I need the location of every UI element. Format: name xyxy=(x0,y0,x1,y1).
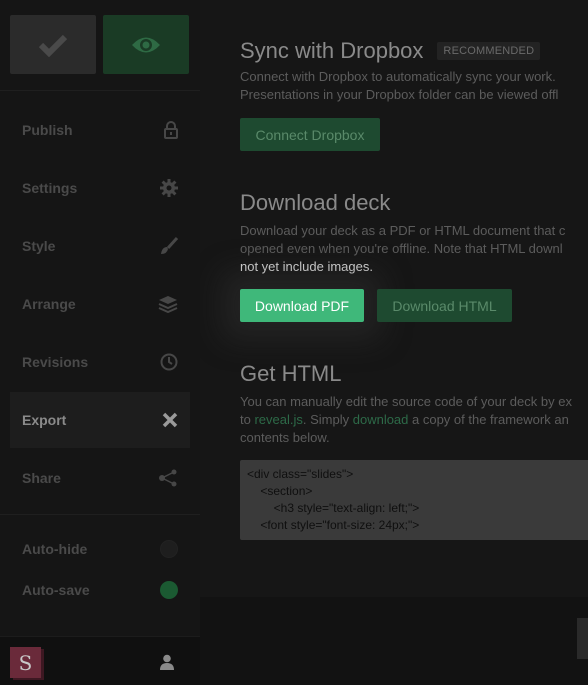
dropbox-section: Sync with Dropbox RECOMMENDED Connect wit… xyxy=(240,38,588,104)
sidebar-item-label: Settings xyxy=(22,180,78,196)
layers-icon xyxy=(158,296,178,313)
share-icon xyxy=(159,469,177,487)
download-link[interactable]: download xyxy=(353,412,409,427)
auto-save-label: Auto-save xyxy=(22,582,90,598)
preview-button[interactable] xyxy=(103,15,189,74)
close-icon xyxy=(162,412,178,428)
html-desc-text: a copy of the framework an xyxy=(408,412,569,427)
reveal-js-link[interactable]: reveal.js xyxy=(254,412,302,427)
dropbox-desc-line: Connect with Dropbox to automatically sy… xyxy=(240,69,556,84)
sidebar-item-label: Publish xyxy=(22,122,73,138)
dropbox-desc-line: Presentations in your Dropbox folder can… xyxy=(240,87,559,102)
sidebar-item-publish[interactable]: Publish xyxy=(10,102,190,158)
check-icon xyxy=(38,34,68,57)
sidebar-item-label: Share xyxy=(22,470,61,486)
user-icon[interactable] xyxy=(160,654,174,670)
save-button[interactable] xyxy=(10,15,96,74)
download-desc-line: opened even when you're offline. Note th… xyxy=(240,241,563,256)
html-desc-line: to reveal.js. Simply download a copy of … xyxy=(240,411,588,429)
divider xyxy=(0,90,200,91)
divider xyxy=(0,514,200,515)
download-html-button[interactable]: Download HTML xyxy=(377,289,512,322)
download-pdf-button[interactable]: Download PDF xyxy=(240,289,364,322)
gear-icon xyxy=(160,179,178,197)
auto-save-toggle[interactable] xyxy=(160,581,178,599)
export-panel: Sync with Dropbox RECOMMENDED Connect wit… xyxy=(200,0,588,597)
html-description: You can manually edit the source code of… xyxy=(240,393,588,447)
sidebar-item-export[interactable]: Export xyxy=(10,392,190,448)
html-desc-text: . Simply xyxy=(302,412,353,427)
sidebar-item-label: Revisions xyxy=(22,354,89,370)
sidebar-item-share[interactable]: Share xyxy=(10,450,190,506)
sidebar-item-label: Export xyxy=(22,412,67,428)
sidebar-footer: S xyxy=(0,636,200,685)
download-description: Download your deck as a PDF or HTML docu… xyxy=(240,222,588,276)
sidebar-item-label: Style xyxy=(22,238,56,254)
html-desc-line: You can manually edit the source code of… xyxy=(240,394,572,409)
panel-edge xyxy=(577,618,588,659)
html-section: Get HTML You can manually edit the sourc… xyxy=(240,361,588,447)
auto-hide-row[interactable]: Auto-hide xyxy=(10,534,190,564)
html-code-textarea[interactable]: <div class="slides"> <section> <h3 style… xyxy=(240,460,588,540)
lock-icon xyxy=(164,121,178,139)
dropbox-title-text: Sync with Dropbox xyxy=(240,38,424,63)
sidebar-item-style[interactable]: Style xyxy=(10,218,190,274)
sidebar-item-revisions[interactable]: Revisions xyxy=(10,334,190,390)
panel-bottom xyxy=(200,597,588,685)
dropbox-title: Sync with Dropbox RECOMMENDED xyxy=(240,38,588,64)
download-title: Download deck xyxy=(240,190,391,215)
app-root: Publish Settings Style Arrange Revisions… xyxy=(0,0,588,685)
download-desc-line: Download your deck as a PDF or HTML docu… xyxy=(240,223,566,238)
eye-icon xyxy=(132,37,160,52)
sidebar: Publish Settings Style Arrange Revisions… xyxy=(0,0,200,685)
dropbox-description: Connect with Dropbox to automatically sy… xyxy=(240,68,588,104)
connect-dropbox-button[interactable]: Connect Dropbox xyxy=(240,118,380,151)
sidebar-item-arrange[interactable]: Arrange xyxy=(10,276,190,332)
auto-hide-toggle[interactable] xyxy=(160,540,178,558)
sidebar-item-settings[interactable]: Settings xyxy=(10,160,190,216)
clock-icon xyxy=(160,353,178,371)
auto-hide-label: Auto-hide xyxy=(22,541,88,557)
html-desc-text: to xyxy=(240,412,255,427)
html-desc-line: contents below. xyxy=(240,430,330,445)
sidebar-item-label: Arrange xyxy=(22,296,76,312)
download-desc-line: not yet include images. xyxy=(240,259,373,274)
app-logo[interactable]: S xyxy=(10,647,41,678)
brush-icon xyxy=(161,237,178,254)
download-section: Download deck Download your deck as a PD… xyxy=(240,190,588,276)
recommended-badge: RECOMMENDED xyxy=(437,42,541,60)
html-title: Get HTML xyxy=(240,361,342,386)
auto-save-row[interactable]: Auto-save xyxy=(10,575,190,605)
